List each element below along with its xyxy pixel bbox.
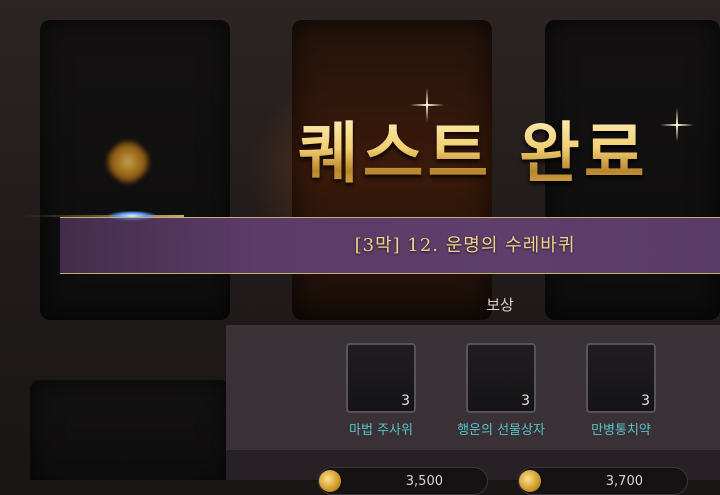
reward-item-count: 3 (641, 393, 650, 409)
gold-coin-icon (519, 470, 541, 492)
background-card (30, 380, 230, 480)
currency-value: 3,500 (405, 474, 443, 489)
reward-item[interactable]: 3 만병통치약 (586, 343, 656, 438)
reward-heading: 보상 (486, 296, 514, 314)
currency-pill: 3,700 (518, 467, 688, 495)
quest-name-banner: [3막] 12. 운명의 수레바퀴 (60, 217, 720, 274)
reward-item-slot[interactable]: 3 (466, 343, 536, 413)
reward-item-count: 3 (521, 393, 530, 409)
currency-value: 3,700 (605, 474, 643, 489)
currency-pill: 3,500 (318, 467, 488, 495)
reward-item[interactable]: 3 행운의 선물상자 (457, 343, 545, 438)
reward-item-slot[interactable]: 3 (346, 343, 416, 413)
reward-item-slot[interactable]: 3 (586, 343, 656, 413)
quest-complete-title: 퀘스트 완료 (298, 108, 698, 198)
reward-item-count: 3 (401, 393, 410, 409)
gold-coin-icon (319, 470, 341, 492)
reward-item[interactable]: 3 마법 주사위 (346, 343, 416, 438)
quest-name: [3막] 12. 운명의 수레바퀴 (354, 235, 576, 256)
reward-item-name: 만병통치약 (591, 423, 651, 438)
